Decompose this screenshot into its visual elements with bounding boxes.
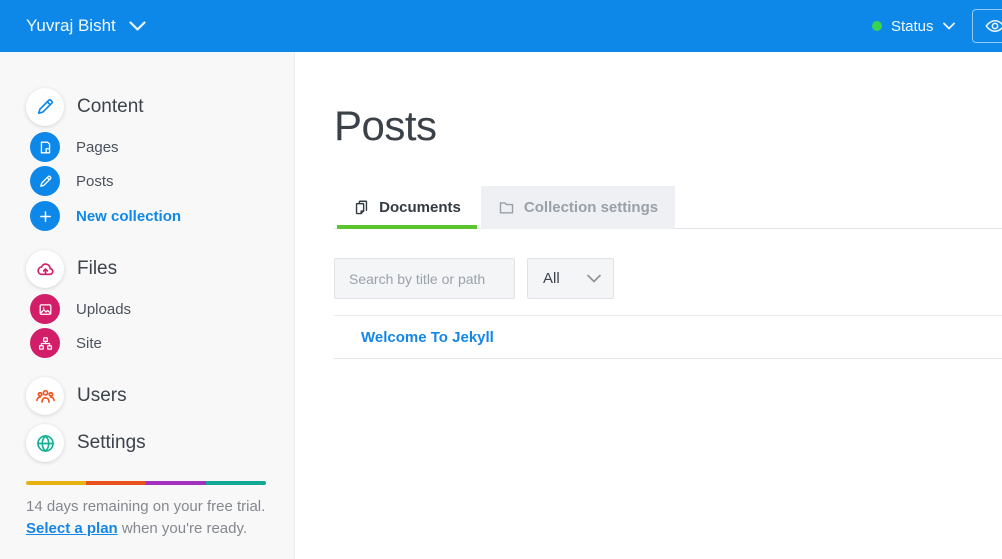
sitemap-icon [30,328,60,358]
sidebar-item-pages[interactable]: Pages [30,132,119,162]
divider-segment [146,481,206,485]
sidebar-item-uploads[interactable]: Uploads [30,294,131,324]
sidebar-section-label: Files [77,258,117,280]
tab-label: Documents [379,199,461,216]
image-icon [30,294,60,324]
topbar: Yuvraj Bisht Status [0,0,1002,52]
sidebar-section-users[interactable]: Users [26,377,127,415]
sidebar-item-label: Posts [76,173,114,190]
sidebar-section-files[interactable]: Files [26,250,117,288]
tab-collection-settings[interactable]: Collection settings [481,186,675,229]
status-label: Status [891,18,934,35]
sidebar-item-label: New collection [76,208,181,225]
chevron-down-icon [129,21,146,32]
tab-label: Collection settings [524,199,658,216]
main-content: Posts Documents Collection settings All … [296,52,1002,559]
sidebar-section-label: Users [77,385,127,407]
filter-select[interactable]: All [527,258,614,299]
user-name: Yuvraj Bisht [26,16,116,36]
chevron-down-icon [587,274,601,283]
divider-segment [26,481,86,485]
tab-documents[interactable]: Documents [337,186,477,229]
active-tab-underline [337,225,477,229]
cloud-upload-icon [26,250,64,288]
select-plan-link[interactable]: Select a plan [26,520,118,537]
document-row[interactable]: Welcome To Jekyll [334,315,1002,359]
divider-segment [86,481,146,485]
plus-icon [30,201,60,231]
divider-segment [206,481,266,485]
users-icon [26,377,64,415]
document-link[interactable]: Welcome To Jekyll [361,329,494,346]
sidebar-item-new-collection[interactable]: New collection [30,201,181,231]
page-title: Posts [334,102,437,150]
pencil-icon [30,166,60,196]
sidebar-section-label: Settings [77,432,146,454]
sidebar-item-site[interactable]: Site [30,328,102,358]
search-input[interactable] [334,258,515,299]
sidebar-section-settings[interactable]: Settings [26,424,146,462]
user-menu[interactable]: Yuvraj Bisht [26,0,146,52]
preview-button[interactable] [972,9,1002,43]
status-menu[interactable]: Status [872,0,955,52]
pencil-icon [26,88,64,126]
sidebar-section-label: Content [77,96,144,118]
globe-icon [26,424,64,462]
status-dot-icon [872,21,882,31]
documents-icon [353,199,370,216]
sidebar-item-posts[interactable]: Posts [30,166,114,196]
chevron-down-icon [943,22,955,30]
sidebar-section-content[interactable]: Content [26,88,144,126]
trial-line1: 14 days remaining on your free trial. [26,498,265,515]
sidebar-item-label: Uploads [76,301,131,318]
trial-divider [26,481,266,485]
trial-message: 14 days remaining on your free trial. Se… [26,496,281,539]
eye-icon [984,15,1002,37]
filter-value: All [543,270,560,287]
trial-line2: when you're ready. [122,520,247,537]
sidebar-item-label: Pages [76,139,119,156]
folder-icon [498,199,515,216]
sidebar-item-label: Site [76,335,102,352]
page-icon [30,132,60,162]
sidebar: Content Pages Posts New collection [0,52,295,559]
